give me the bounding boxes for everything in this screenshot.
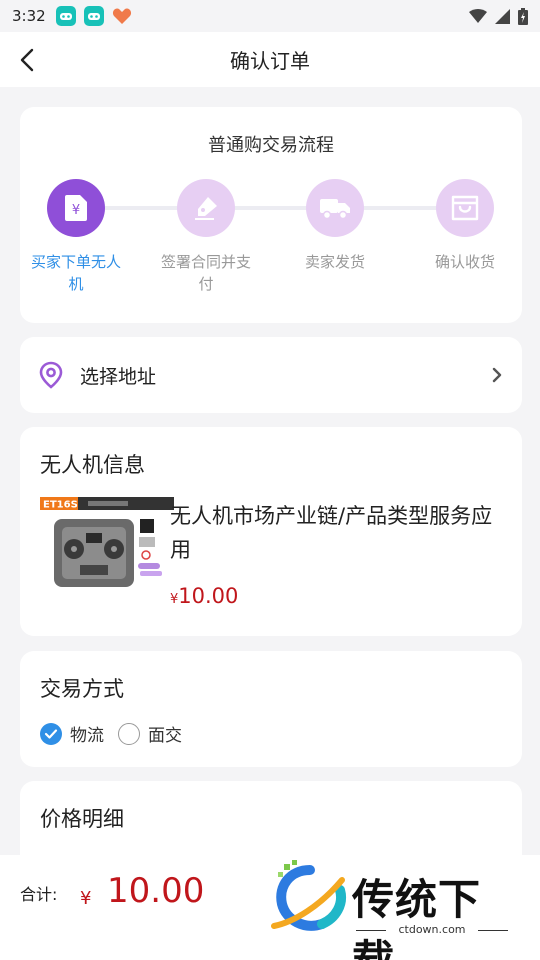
app-notification-icon [83,6,104,26]
address-label: 选择地址 [80,365,157,388]
flow-progress-line [95,206,447,210]
logistics-option-label[interactable]: 物流 [70,721,104,746]
total-label: 合计: [20,885,58,904]
back-button[interactable] [14,46,42,74]
in-person-option-label[interactable]: 面交 [148,721,182,746]
product-price: ¥10.00 [170,584,238,608]
chevron-right-icon [492,367,502,383]
drone-info-card: 无人机信息 ET16S 无人机市场产业链/产品类型服务应用 ¥10.00 [20,427,522,636]
chevron-left-icon [20,48,34,72]
svg-text:¥: ¥ [72,203,80,218]
flow-title: 普通购交易流程 [208,135,334,156]
flow-step-label: 确认收货 [434,253,495,271]
select-address-row[interactable]: 选择地址 [20,337,522,413]
flow-step-order: ¥ 买家下单无人机 [26,179,126,295]
watermark-text: 传统下载 [352,875,482,960]
trade-method-card: 交易方式 物流 面交 [20,651,522,767]
product-name[interactable]: 无人机市场产业链/产品类型服务应用 [170,499,510,567]
status-time: 3:32 [12,7,46,25]
flow-step-receive: 确认收货 [415,179,515,273]
watermark: 传统下载 ctdown.com [270,860,520,960]
total-amount: 10.00 [107,871,205,911]
heart-app-icon [112,6,132,26]
yen-document-icon: ¥ [47,179,105,237]
flow-step-sign-pay: 签署合同并支付 [156,179,256,295]
flow-step-label: 卖家发货 [304,253,365,271]
battery-icon [518,7,528,25]
product-image-label: ET16S [43,500,78,511]
flow-step-label: 买家下单无人机 [30,253,121,293]
wifi-icon [469,9,487,23]
signature-pen-icon [177,179,235,237]
truck-icon [306,179,364,237]
page-title: 确认订单 [230,49,310,73]
flow-step-label: 签署合同并支付 [160,253,251,293]
shopping-bag-icon [436,179,494,237]
status-bar: 3:32 [0,0,540,32]
logistics-radio[interactable] [40,722,62,745]
total-currency-symbol: ¥ [80,888,92,909]
in-person-radio[interactable] [118,722,140,745]
watermark-logo-icon [271,860,346,931]
trade-options: 物流 面交 [40,721,196,746]
section-title: 价格明细 [40,807,124,831]
section-title: 交易方式 [40,677,124,701]
price-value: 10.00 [178,584,239,608]
app-notification-icon [55,6,76,26]
product-image[interactable]: ET16S [40,497,174,589]
nav-bar: 确认订单 [0,32,540,87]
check-icon [44,728,58,739]
section-title: 无人机信息 [40,453,145,477]
trade-flow-card: 普通购交易流程 ¥ 买家下单无人机 签署合同并支付 卖家发货 确认收货 [20,107,522,323]
cellular-signal-icon [495,8,510,24]
location-pin-icon [39,361,63,389]
watermark-divider [478,930,508,931]
flow-step-ship: 卖家发货 [285,179,385,273]
